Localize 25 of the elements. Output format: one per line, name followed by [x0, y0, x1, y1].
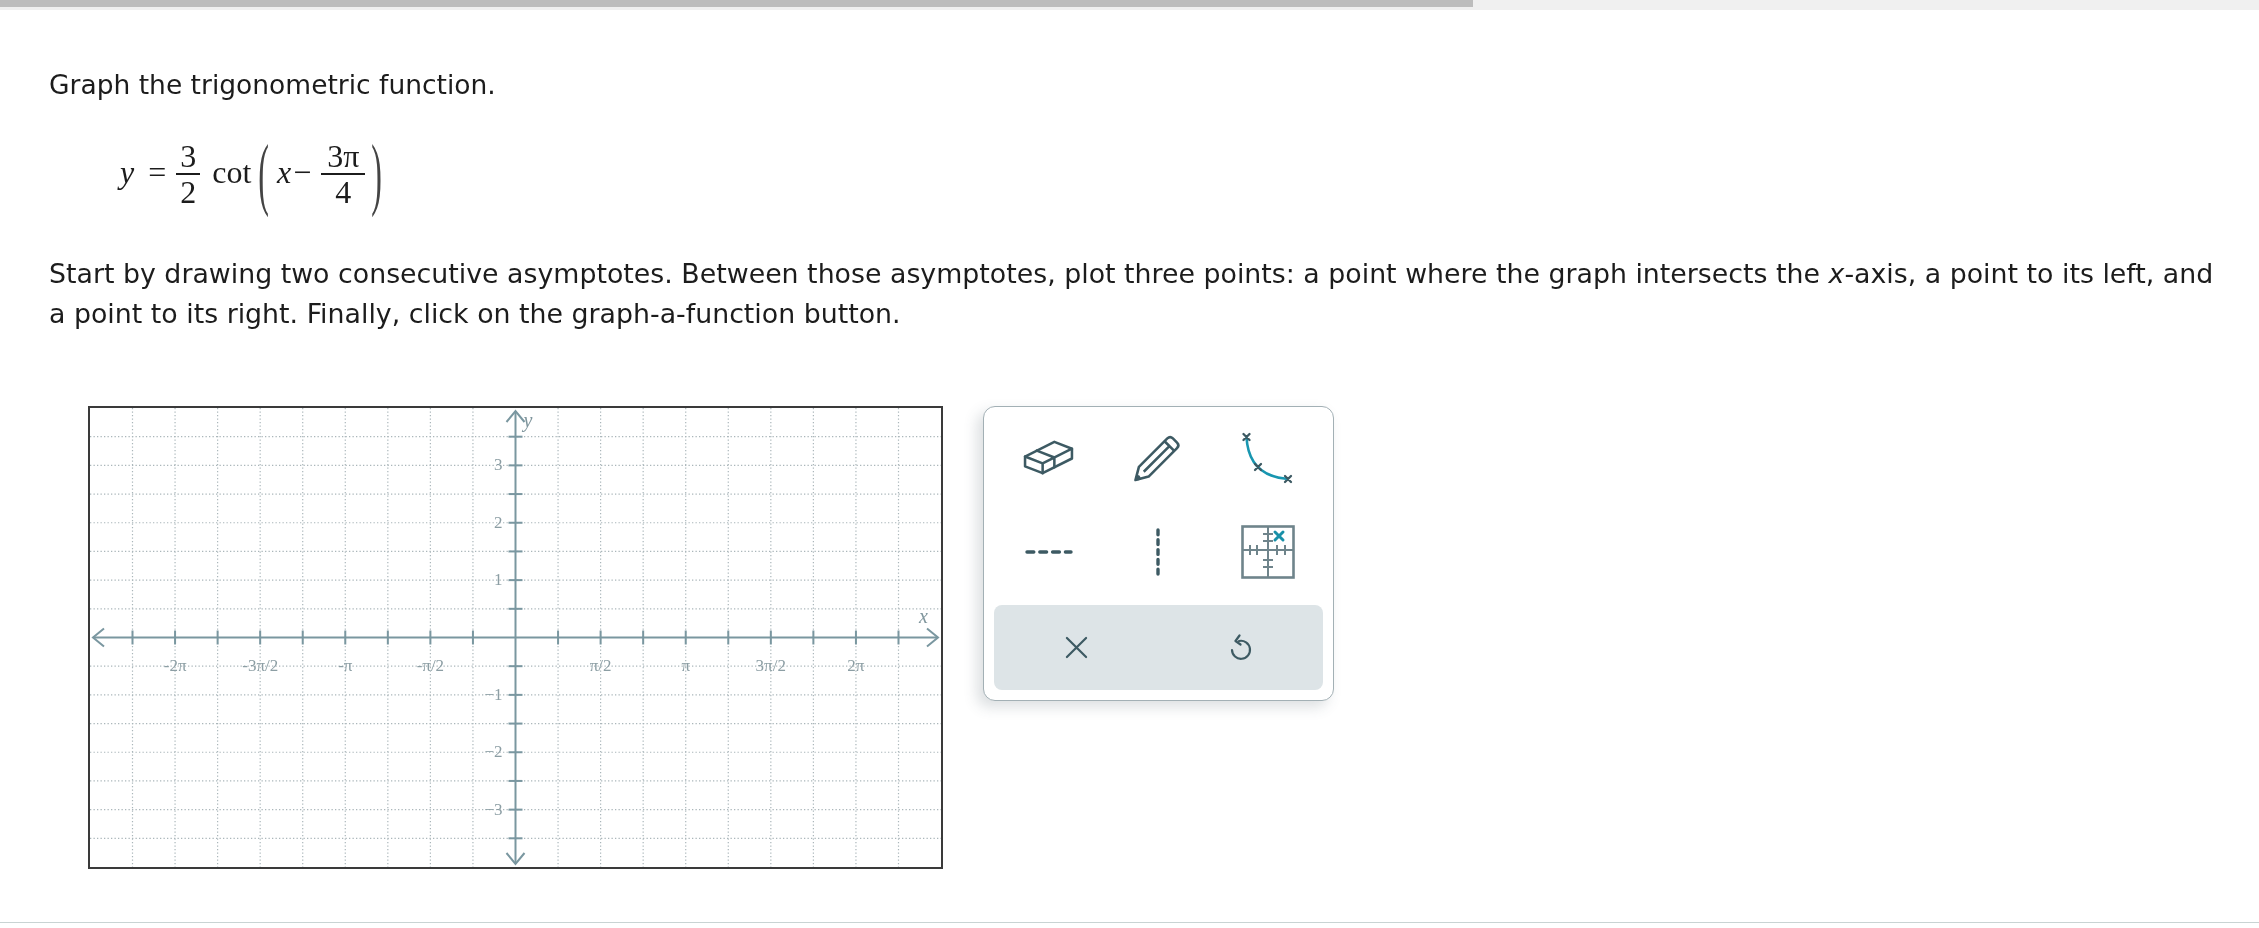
tick-label: π [681, 655, 690, 675]
horizontal-dashed-line-icon[interactable] [1024, 550, 1073, 554]
tick-label: -2π [163, 655, 187, 675]
coordinate-graph[interactable]: -2π -3π/2 -π -π/2 π/2 π 3π/2 2π 3 2 1 −1 −2 −3 y x [88, 406, 943, 869]
y-axis-label: y [523, 409, 533, 431]
tick-label: 3π/2 [755, 655, 786, 675]
tick-label: −3 [484, 799, 503, 819]
undo-icon[interactable] [1228, 634, 1253, 661]
tick-label: 3 [494, 455, 503, 475]
tick-label: 2π [847, 655, 865, 675]
tick-label: 1 [494, 570, 503, 590]
tick-label: 2 [494, 512, 503, 532]
tick-label: -3π/2 [242, 655, 279, 675]
cross-icon[interactable] [1064, 636, 1088, 659]
x-axis-label: x [919, 604, 928, 627]
tick-label: π/2 [589, 655, 612, 675]
curve-points-icon[interactable] [1242, 431, 1295, 485]
tick-label: −2 [484, 742, 503, 762]
vertical-dashed-line-icon[interactable] [1156, 528, 1161, 576]
tick-label: −1 [484, 684, 503, 704]
grid-cross-icon[interactable] [1241, 525, 1296, 579]
tick-label: -π [338, 655, 353, 675]
question-title: Graph the trigonometric function. [49, 68, 496, 102]
tick-label: -π/2 [416, 655, 445, 675]
instructions-text: Start by drawing two consecutive asymptotes. Between those asymptotes, plot three points: a point where the graph intersects the x-axis, a point to its left, and a point to its right. Finally, click on the graph-a-function button. [49, 257, 2215, 331]
